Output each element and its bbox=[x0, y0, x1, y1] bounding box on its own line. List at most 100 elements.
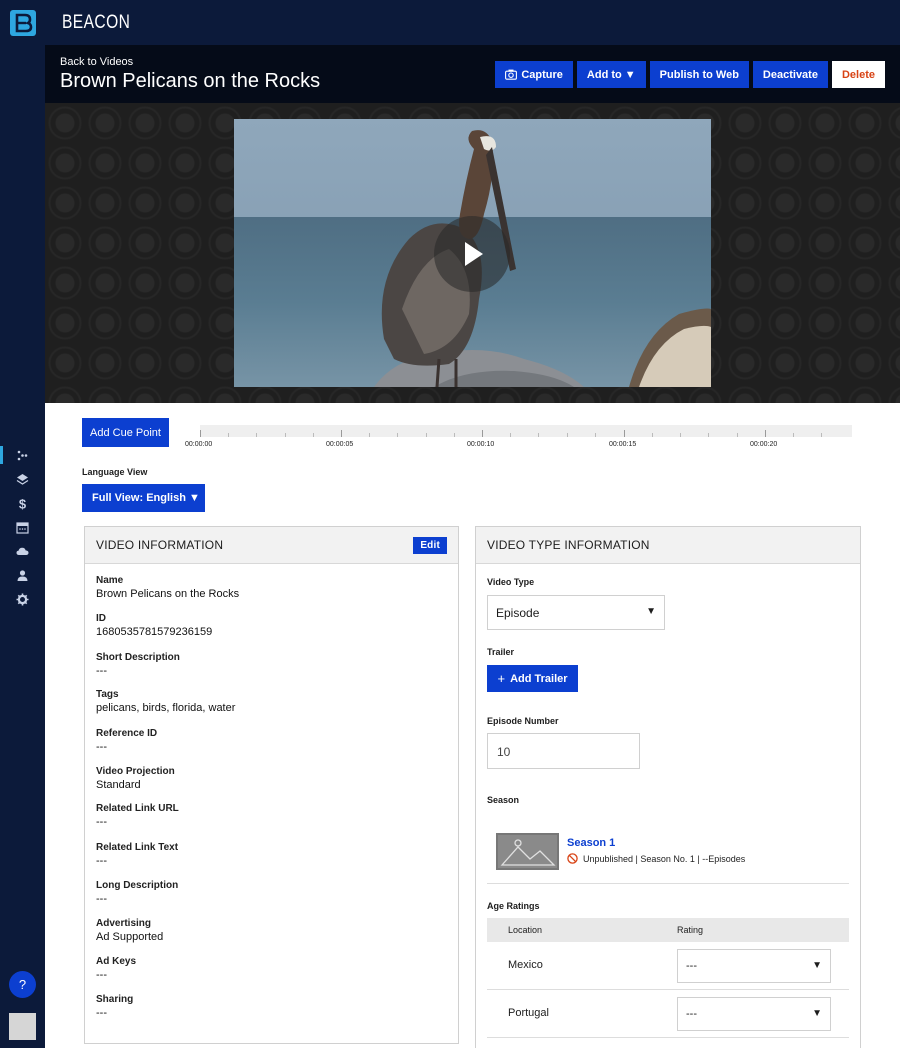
ratings-table-header: Location Rating bbox=[487, 918, 849, 942]
sidebar-item-cloud[interactable] bbox=[0, 540, 45, 564]
timeline-tick-minor bbox=[285, 433, 286, 437]
field-label: Reference ID bbox=[96, 728, 158, 739]
ratings-col-location: Location bbox=[508, 925, 543, 935]
season-thumbnail bbox=[496, 833, 559, 870]
timeline-tick-minor bbox=[510, 433, 511, 437]
sidebar-item-schedule[interactable] bbox=[0, 516, 45, 540]
field-label: Sharing bbox=[96, 994, 134, 1005]
video-information-header: VIDEO INFORMATION Edit bbox=[85, 527, 458, 564]
field-label: Advertising bbox=[96, 918, 152, 929]
field-related-link-text: Related Link Text --- bbox=[96, 842, 178, 867]
brand-name: BEACON bbox=[62, 12, 131, 33]
publish-to-web-button[interactable]: Publish to Web bbox=[649, 61, 749, 88]
sidebar-item-monetization[interactable]: $ bbox=[0, 492, 45, 516]
add-to-button[interactable]: Add to ▼ bbox=[576, 61, 646, 88]
field-value: Ad Supported bbox=[96, 931, 164, 943]
table-row: Mexico --- ▼ bbox=[487, 942, 849, 990]
field-value: --- bbox=[96, 741, 107, 753]
page-title: Brown Pelicans on the Rocks bbox=[60, 70, 321, 92]
field-value: Brown Pelicans on the Rocks bbox=[96, 588, 240, 600]
add-trailer-button[interactable]: + Add Trailer bbox=[487, 665, 578, 692]
cue-timeline[interactable] bbox=[200, 425, 852, 437]
field-sharing: Sharing --- bbox=[96, 994, 133, 1019]
add-trailer-label: Add Trailer bbox=[510, 672, 568, 685]
timeline-tick-minor bbox=[228, 433, 229, 437]
field-label: Tags bbox=[96, 689, 119, 700]
user-icon bbox=[17, 570, 28, 581]
cloud-icon bbox=[16, 547, 29, 555]
field-label: Name bbox=[96, 575, 124, 586]
episode-number-input[interactable]: 10 bbox=[487, 733, 640, 769]
delete-button[interactable]: Delete bbox=[831, 61, 885, 88]
field-value: pelicans, birds, florida, water bbox=[96, 702, 236, 714]
rating-location: Mexico bbox=[508, 959, 543, 971]
field-value: Standard bbox=[96, 779, 141, 791]
table-row: Portugal --- ▼ bbox=[487, 990, 849, 1038]
field-label: Long Description bbox=[96, 880, 179, 891]
avatar[interactable] bbox=[9, 1013, 36, 1040]
capture-label: Capture bbox=[521, 68, 563, 81]
video-type-information-header: VIDEO TYPE INFORMATION bbox=[476, 527, 860, 564]
rating-value: --- bbox=[686, 1008, 697, 1020]
rating-select[interactable]: --- ▼ bbox=[677, 997, 831, 1031]
language-view-select[interactable]: Full View: English ▼ bbox=[82, 484, 205, 512]
field-tags: Tags pelicans, birds, florida, water bbox=[96, 689, 235, 714]
field-id: ID 1680535781579236159 bbox=[96, 613, 212, 638]
video-icon bbox=[17, 450, 28, 461]
timeline-tick-minor bbox=[426, 433, 427, 437]
video-information-title: VIDEO INFORMATION bbox=[96, 538, 224, 552]
rating-location: Portugal bbox=[508, 1007, 549, 1019]
season-link[interactable]: Season 1 bbox=[567, 837, 615, 849]
trailer-label: Trailer bbox=[487, 647, 515, 657]
capture-button[interactable]: Capture bbox=[495, 61, 573, 88]
video-header: Back to Videos Brown Pelicans on the Roc… bbox=[45, 45, 900, 103]
play-button[interactable] bbox=[434, 216, 510, 292]
help-button[interactable]: ? bbox=[9, 971, 36, 998]
field-label: Video Projection bbox=[96, 766, 175, 777]
timeline-tick-minor bbox=[256, 433, 257, 437]
dollar-icon: $ bbox=[19, 497, 27, 510]
field-related-link-url: Related Link URL --- bbox=[96, 803, 179, 828]
layers-icon bbox=[16, 474, 29, 485]
sidebar-item-videos[interactable] bbox=[0, 444, 45, 468]
deactivate-button[interactable]: Deactivate bbox=[752, 61, 828, 88]
timeline-label: 00:00:15 bbox=[609, 441, 637, 448]
calendar-icon bbox=[16, 522, 29, 534]
video-type-select[interactable]: Episode ▼ bbox=[487, 595, 665, 630]
episode-number-label: Episode Number bbox=[487, 716, 559, 726]
left-sidebar: $ ? bbox=[0, 0, 45, 1048]
field-value: --- bbox=[96, 969, 107, 981]
beacon-logo-icon[interactable] bbox=[10, 10, 36, 36]
sidebar-item-users[interactable] bbox=[0, 564, 45, 588]
add-cue-point-button[interactable]: Add Cue Point bbox=[82, 418, 169, 447]
edit-button[interactable]: Edit bbox=[413, 537, 447, 554]
field-value: 1680535781579236159 bbox=[96, 626, 213, 638]
back-to-videos-link[interactable]: Back to Videos bbox=[60, 56, 133, 68]
timeline-tick-minor bbox=[454, 433, 455, 437]
timeline-label: 00:00:05 bbox=[326, 441, 354, 448]
plus-icon: + bbox=[497, 671, 506, 686]
chevron-down-icon: ▼ bbox=[812, 960, 822, 971]
timeline-tick-minor bbox=[313, 433, 314, 437]
language-view-label: Language View bbox=[82, 467, 148, 477]
field-label: Related Link URL bbox=[96, 803, 179, 814]
age-ratings-label: Age Ratings bbox=[487, 901, 540, 911]
field-advertising: Advertising Ad Supported bbox=[96, 918, 163, 943]
sidebar-item-settings[interactable] bbox=[0, 588, 45, 612]
timeline-tick-minor bbox=[793, 433, 794, 437]
timeline-tick-minor bbox=[538, 433, 539, 437]
chevron-down-icon: ▼ bbox=[646, 606, 656, 617]
timeline-tick-minor bbox=[821, 433, 822, 437]
timeline-tick-minor bbox=[369, 433, 370, 437]
camera-icon bbox=[505, 69, 518, 80]
rating-select[interactable]: --- ▼ bbox=[677, 949, 831, 983]
video-type-label: Video Type bbox=[487, 577, 535, 587]
timeline-tick-minor bbox=[652, 433, 653, 437]
field-value: --- bbox=[96, 855, 107, 867]
field-label: Ad Keys bbox=[96, 956, 137, 967]
field-ad-keys: Ad Keys --- bbox=[96, 956, 136, 981]
timeline-tick-minor bbox=[567, 433, 568, 437]
ratings-col-rating: Rating bbox=[677, 925, 704, 935]
sidebar-item-layers[interactable] bbox=[0, 468, 45, 492]
video-type-information-panel: VIDEO TYPE INFORMATION Video Type Episod… bbox=[475, 526, 861, 1048]
